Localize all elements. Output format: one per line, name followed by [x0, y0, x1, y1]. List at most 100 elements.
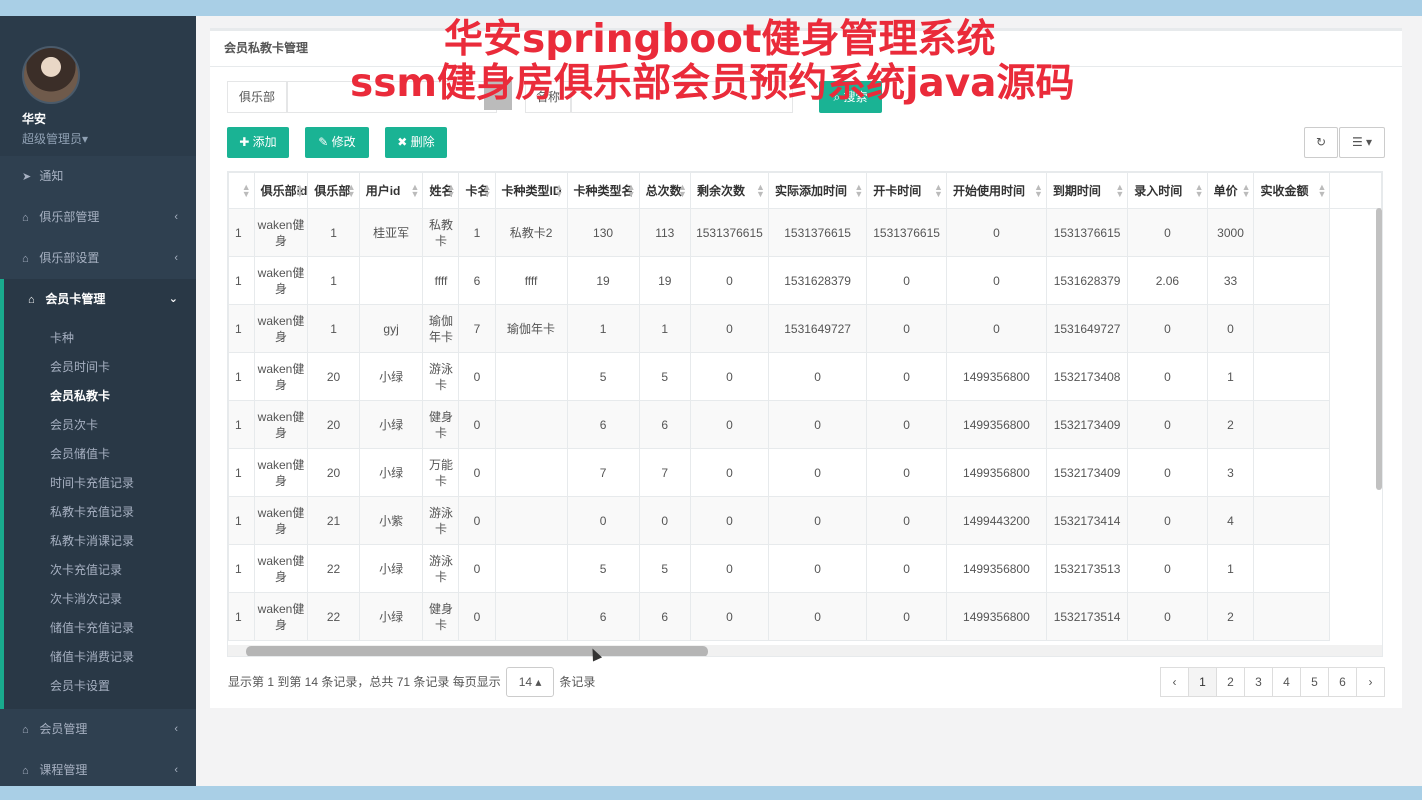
chevron-left-icon: ‹: [174, 211, 178, 223]
column-header[interactable]: 用户id ▲ ▼: [358, 172, 424, 209]
table-cell: 1: [566, 304, 640, 353]
column-header[interactable]: 姓名 ▲ ▼: [422, 172, 460, 209]
table-cell: 1: [458, 208, 496, 257]
sidebar-item-club-mgmt[interactable]: ⌂ 俱乐部管理 ‹: [0, 197, 196, 238]
table-cell: 健身卡: [422, 400, 460, 449]
table-cell: 0: [566, 496, 640, 545]
delete-button[interactable]: ✖ 删除: [385, 127, 447, 158]
column-header[interactable]: 开卡时间 ▲ ▼: [866, 172, 947, 209]
column-header[interactable]: ▲ ▼: [228, 172, 255, 209]
table-row[interactable]: 1 waken健身 1 桂亚军 私教卡 1 私教卡2 130 113 1531376615 1531…: [228, 208, 1382, 257]
table-cell: 私教卡2: [494, 208, 568, 257]
column-header[interactable]: 俱乐部id ▲ ▼: [253, 172, 309, 209]
horizontal-scrollbar[interactable]: [228, 645, 1382, 656]
table-row[interactable]: 1 waken健身 20 小绿 万能卡 0 7 7 0 0 0 1499356800 153217340…: [228, 448, 1382, 497]
table-cell: [1253, 544, 1331, 593]
page-button-3[interactable]: 3: [1244, 667, 1273, 697]
add-button[interactable]: ✚ 添加: [227, 127, 289, 158]
table-cell: 1: [307, 208, 360, 257]
club-label: 俱乐部: [227, 81, 287, 113]
column-header[interactable]: 总次数 ▲ ▼: [638, 172, 691, 209]
columns-button[interactable]: ☰ ▾: [1339, 127, 1385, 158]
sidebar-item-member-mgmt[interactable]: ⌂ 会员管理 ‹: [0, 709, 196, 750]
sort-icon: ▲ ▼: [1317, 182, 1327, 199]
column-header[interactable]: 俱乐部 ▲ ▼: [307, 172, 360, 209]
table-cell: waken健身: [253, 544, 309, 593]
table-row[interactable]: 1 waken健身 22 小绿 游泳卡 0 5 5 0 0 0 1499356800 153217351…: [228, 544, 1382, 593]
submenu-item-stored-consume[interactable]: 储值卡消费记录: [4, 643, 196, 672]
page-button-6[interactable]: 6: [1328, 667, 1357, 697]
edit-button[interactable]: ✎ 修改: [305, 127, 369, 158]
table-cell: 2.06: [1127, 256, 1208, 305]
table-row[interactable]: 1 waken健身 20 小绿 游泳卡 0 5 5 0 0 0 1499356800 153217340…: [228, 352, 1382, 401]
submenu-item-private-consume[interactable]: 私教卡消课记录: [4, 527, 196, 556]
table-cell: 0: [638, 496, 691, 545]
page-button-1[interactable]: 1: [1188, 667, 1217, 697]
table-cell: 小绿: [358, 592, 424, 641]
sort-icon: ▲ ▼: [934, 182, 943, 199]
page-next-button[interactable]: ›: [1356, 667, 1385, 697]
sidebar-item-club-settings[interactable]: ⌂ 俱乐部设置 ‹: [0, 238, 196, 279]
table-body: 1 waken健身 1 桂亚军 私教卡 1 私教卡2 130 113 1531376615 1531…: [228, 208, 1382, 641]
submenu-item-count-recharge[interactable]: 次卡充值记录: [4, 556, 196, 585]
page-button-2[interactable]: 2: [1216, 667, 1245, 697]
table-cell: 0: [689, 592, 769, 641]
user-role-dropdown[interactable]: 超级管理员▾: [22, 130, 196, 147]
table-cell: [1253, 448, 1331, 497]
vertical-scrollbar[interactable]: [1376, 208, 1382, 490]
submenu-item-private-recharge[interactable]: 私教卡充值记录: [4, 498, 196, 527]
sidebar-nav-lower: ⌂ 会员管理 ‹ ⌂ 课程管理 ‹: [0, 709, 196, 786]
table-row[interactable]: 1 waken健身 20 小绿 健身卡 0 6 6 0 0 0 1499356800 153217340…: [228, 400, 1382, 449]
sidebar-item-card-mgmt[interactable]: ⌂ 会员卡管理 ⌄: [0, 279, 196, 320]
app-window: 华安 超级管理员▾ ➤ 通知 ⌂ 俱乐部管理 ‹ ⌂ 俱乐部设置 ‹ ⌂ 会员卡管理…: [0, 16, 1422, 786]
table-cell: 0: [689, 256, 769, 305]
sidebar-item-course-mgmt[interactable]: ⌂ 课程管理 ‹: [0, 750, 196, 786]
table-cell: 1: [228, 256, 255, 305]
table-cell: 6: [566, 592, 640, 641]
refresh-button[interactable]: ↻: [1304, 127, 1338, 158]
chevron-left-icon: ‹: [174, 723, 178, 735]
table-cell: [494, 448, 568, 497]
table-cell: 1531649727: [767, 304, 868, 353]
column-header[interactable]: 实际添加时间 ▲ ▼: [767, 172, 868, 209]
submenu-item-card-type[interactable]: 卡种: [4, 324, 196, 353]
submenu-item-time-card[interactable]: 会员时间卡: [4, 353, 196, 382]
submenu-item-stored-recharge[interactable]: 储值卡充值记录: [4, 614, 196, 643]
column-header[interactable]: 单价 ▲ ▼: [1206, 172, 1255, 209]
column-header[interactable]: 卡种类型ID ▲ ▼: [494, 172, 568, 209]
column-header[interactable]: 卡名 ▲ ▼: [458, 172, 496, 209]
table-cell: 小绿: [358, 352, 424, 401]
page-size-select[interactable]: 14 ▴: [506, 667, 555, 697]
column-header[interactable]: 卡种类型名 ▲ ▼: [566, 172, 640, 209]
submenu-item-stored-card[interactable]: 会员储值卡: [4, 440, 196, 469]
column-header[interactable]: 开始使用时间 ▲ ▼: [945, 172, 1047, 209]
column-header[interactable]: 实收金额 ▲ ▼: [1253, 172, 1331, 209]
table-row[interactable]: 1 waken健身 21 小紫 游泳卡 0 0 0 0 0 0 1499443200 153217341…: [228, 496, 1382, 545]
horizontal-scrollbar-thumb[interactable]: [246, 646, 708, 656]
page-button-4[interactable]: 4: [1272, 667, 1301, 697]
table-cell: 1531649727: [1045, 304, 1129, 353]
column-header[interactable]: 到期时间 ▲ ▼: [1045, 172, 1129, 209]
submenu-item-count-card[interactable]: 会员次卡: [4, 411, 196, 440]
table-row[interactable]: 1 waken健身 1 ffff 6 ffff 19 19 0 1531628379 0 0 15316…: [228, 256, 1382, 305]
column-header[interactable]: 剩余次数 ▲ ▼: [689, 172, 769, 209]
submenu-item-private-card[interactable]: 会员私教卡: [4, 382, 196, 411]
table-cell: 0: [1127, 448, 1208, 497]
sidebar-item-notify[interactable]: ➤ 通知: [0, 156, 196, 197]
page-prev-button[interactable]: ‹: [1160, 667, 1189, 697]
table-row[interactable]: 1 waken健身 1 gyj 瑜伽年卡 7 瑜伽年卡 1 1 0 1531649727 0 0 1531…: [228, 304, 1382, 353]
page-button-5[interactable]: 5: [1300, 667, 1329, 697]
send-icon: ➤: [22, 171, 32, 183]
table-cell: waken健身: [253, 592, 309, 641]
avatar[interactable]: [22, 46, 80, 104]
submenu-item-time-recharge[interactable]: 时间卡充值记录: [4, 469, 196, 498]
table-cell: 万能卡: [422, 448, 460, 497]
submenu-item-card-settings[interactable]: 会员卡设置: [4, 672, 196, 701]
table-row[interactable]: 1 waken健身 22 小绿 健身卡 0 6 6 0 0 0 1499356800 153217351…: [228, 592, 1382, 641]
table-cell: 1532173514: [1045, 592, 1129, 641]
pagination-info-suffix: 条记录: [559, 675, 596, 689]
column-header[interactable]: 录入时间 ▲ ▼: [1127, 172, 1208, 209]
table-cell: 2: [1206, 400, 1255, 449]
submenu-item-count-consume[interactable]: 次卡消次记录: [4, 585, 196, 614]
chevron-down-icon: ⌄: [168, 293, 178, 305]
